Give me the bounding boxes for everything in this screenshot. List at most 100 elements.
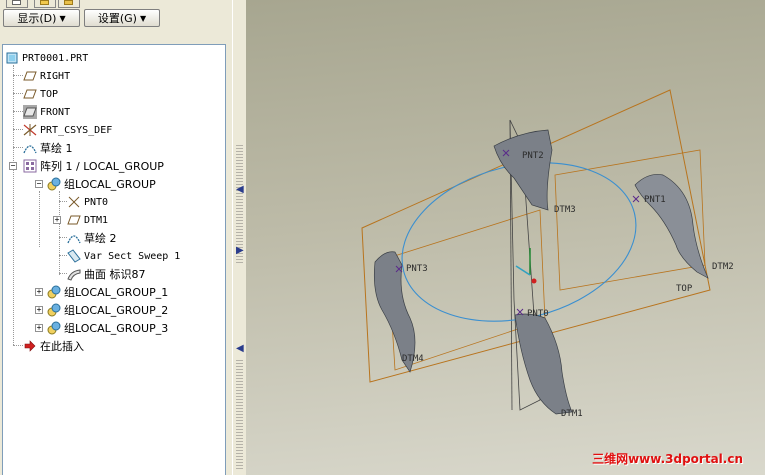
surface-icon — [67, 267, 81, 281]
collapse-left-icon[interactable]: ◀ — [236, 184, 244, 195]
model-tree-icon — [12, 0, 21, 5]
tree-item-label: 阵列 1 / LOCAL_GROUP — [40, 160, 164, 173]
label-dtm2: DTM2 — [712, 262, 734, 272]
tree-item-sketch-1[interactable]: 草绘 1 — [23, 140, 73, 156]
csys-origin — [531, 278, 537, 284]
tree-item-local-group[interactable]: 组LOCAL_GROUP — [47, 176, 156, 192]
tree-item-label: 草绘 1 — [40, 142, 73, 155]
tree-item-csys[interactable]: PRT_CSYS_DEF — [23, 122, 112, 138]
tree-item-surface[interactable]: 曲面 标识87 — [67, 266, 146, 282]
chevron-down-icon: ▼ — [59, 13, 66, 23]
tree-item-label: Var Sect Sweep 1 — [84, 250, 181, 262]
tree-connector — [13, 345, 23, 346]
tree-connector — [13, 147, 23, 148]
tree-connector — [39, 191, 40, 247]
chevron-down-icon: ▼ — [139, 13, 147, 23]
tree-connector — [59, 201, 67, 202]
tree-connector — [59, 273, 67, 274]
model-geometry: PNT2 PNT1 PNT3 PNT0 DTM3 DTM2 TOP DTM4 D… — [361, 89, 734, 419]
tree-connector — [13, 75, 23, 76]
tree-item-label: PRT0001.PRT — [22, 52, 89, 64]
graphics-viewport[interactable]: PNT2 PNT1 PNT3 PNT0 DTM3 DTM2 TOP DTM4 D… — [246, 0, 765, 475]
sweep-surface-bottom — [514, 313, 573, 415]
panel-tabs — [0, 0, 232, 8]
label-dtm4: DTM4 — [402, 354, 424, 364]
expand-toggle[interactable]: + — [35, 306, 43, 314]
display-menu-button[interactable]: 显示(D) ▼ — [3, 9, 80, 27]
part-icon — [5, 51, 19, 65]
settings-menu-button[interactable]: 设置(G) ▼ — [84, 9, 160, 27]
tree-item-pattern[interactable]: 阵列 1 / LOCAL_GROUP — [23, 158, 164, 174]
tree-item-label: 组LOCAL_GROUP — [64, 178, 156, 191]
tree-item-pnt0[interactable]: PNT0 — [67, 194, 108, 210]
tree-item-label: PNT0 — [84, 196, 109, 208]
expand-right-icon[interactable]: ▶ — [236, 245, 244, 256]
tree-connector — [13, 65, 14, 345]
tree-item-top[interactable]: TOP — [23, 86, 58, 102]
datum-plane-icon — [23, 105, 37, 119]
label-pnt2: PNT2 — [522, 151, 544, 161]
collapse-left-icon[interactable]: ◀ — [236, 343, 244, 354]
tree-item-front[interactable]: FRONT — [23, 104, 70, 120]
tree-item-label: FRONT — [40, 106, 71, 118]
label-pnt3: PNT3 — [406, 264, 428, 274]
tree-item-label: 组LOCAL_GROUP_3 — [64, 322, 169, 335]
tree-toolbar: 显示(D) ▼ 设置(G) ▼ — [0, 9, 232, 29]
tree-item-label: TOP — [40, 88, 59, 100]
tree-item-label: 草绘 2 — [84, 232, 117, 245]
tree-connector — [13, 93, 23, 94]
tree-item-label: 组LOCAL_GROUP_1 — [64, 286, 169, 299]
tab-folder-browser[interactable] — [34, 0, 56, 8]
tree-item-local-group-3[interactable]: 组LOCAL_GROUP_3 — [47, 320, 168, 336]
sketch-icon — [23, 141, 37, 155]
sketch-icon — [67, 231, 81, 245]
sweep-icon — [67, 249, 81, 263]
csys-x-axis — [515, 265, 531, 276]
sweep-surface-top — [493, 129, 553, 211]
coordinate-system-icon — [23, 123, 37, 137]
tree-item-insert-here[interactable]: 在此插入 — [23, 338, 84, 354]
collapse-toggle[interactable]: − — [9, 162, 17, 170]
tree-connector — [13, 111, 23, 112]
datum-plane-icon — [23, 69, 37, 83]
label-pnt1: PNT1 — [644, 195, 666, 205]
label-pnt0: PNT0 — [527, 309, 549, 319]
tree-item-local-group-1[interactable]: 组LOCAL_GROUP_1 — [47, 284, 168, 300]
favorites-icon — [64, 0, 73, 5]
tab-model-tree[interactable] — [6, 0, 28, 8]
pattern-icon — [23, 159, 37, 173]
tree-item-label: RIGHT — [40, 70, 71, 82]
tab-favorites[interactable] — [58, 0, 80, 8]
expand-toggle[interactable]: + — [35, 324, 43, 332]
tree-item-local-group-2[interactable]: 组LOCAL_GROUP_2 — [47, 302, 168, 318]
display-menu-label: 显示(D) — [17, 12, 57, 25]
collapse-toggle[interactable]: − — [35, 180, 43, 188]
tree-item-right[interactable]: RIGHT — [23, 68, 70, 84]
arrow-right-icon — [23, 339, 37, 353]
datum-plane-icon — [67, 213, 81, 227]
settings-menu-label: 设置(G) — [97, 12, 137, 25]
tree-item-label: PRT_CSYS_DEF — [40, 124, 113, 136]
label-dtm1: DTM1 — [561, 409, 583, 419]
tree-item-var-sect-sweep[interactable]: Var Sect Sweep 1 — [67, 248, 180, 264]
model-tree: PRT0001.PRT RIGHT TOP FRONT PRT_CSYS_DEF — [2, 44, 226, 475]
group-icon — [47, 303, 61, 317]
group-icon — [47, 285, 61, 299]
tree-connector — [59, 191, 60, 275]
tree-item-sketch-2[interactable]: 草绘 2 — [67, 230, 117, 246]
label-top: TOP — [676, 284, 693, 294]
tree-item-label: DTM1 — [84, 214, 109, 226]
watermark-text: 三维网www.3dportal.cn — [592, 452, 743, 466]
group-icon — [47, 177, 61, 191]
tree-item-label: 组LOCAL_GROUP_2 — [64, 304, 169, 317]
label-dtm3: DTM3 — [554, 205, 576, 215]
tree-item-label: 在此插入 — [40, 340, 84, 353]
datum-point-icon — [67, 195, 81, 209]
expand-toggle[interactable]: + — [35, 288, 43, 296]
tree-item-dtm1[interactable]: DTM1 — [67, 212, 108, 228]
tree-item-root-part[interactable]: PRT0001.PRT — [5, 50, 88, 66]
tree-connector — [59, 237, 67, 238]
folder-icon — [40, 0, 49, 5]
expand-toggle[interactable]: + — [53, 216, 61, 224]
splitter-grip — [236, 360, 243, 470]
